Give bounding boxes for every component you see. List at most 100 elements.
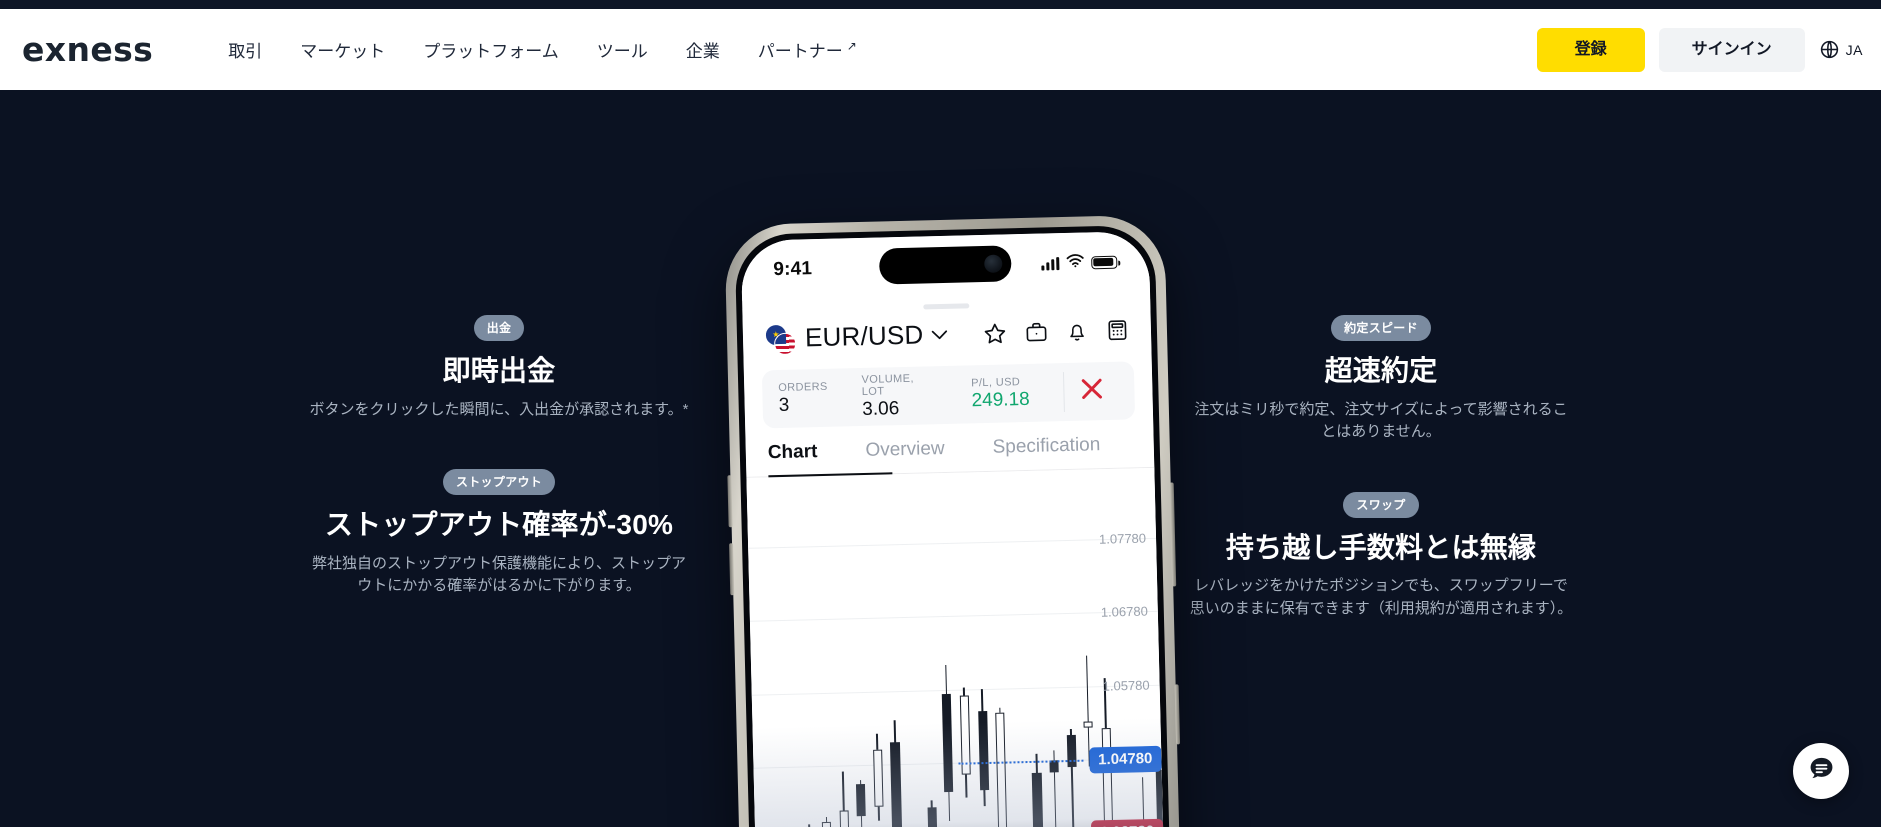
phone-bezel: 9:41 EUR/USD ORDERS 3 VOLUME, LOT 3.06 P… bbox=[734, 224, 1173, 827]
bid-price-tag: 1.04780 bbox=[1088, 745, 1162, 774]
feature-title: 持ち越し手数料とは無縁 bbox=[1225, 531, 1537, 563]
header-actions: 登録 サインイン JA bbox=[1536, 27, 1863, 72]
power-button bbox=[1169, 482, 1177, 587]
wifi-icon bbox=[1066, 253, 1084, 272]
candlestick bbox=[796, 476, 817, 827]
candlestick bbox=[937, 473, 958, 827]
eur-usd-flag-icon: ★ bbox=[764, 323, 797, 355]
app-header-icons bbox=[983, 318, 1130, 346]
briefcase-icon[interactable] bbox=[1025, 320, 1049, 344]
summary-pl: P/L, USD 249.18 bbox=[971, 375, 1030, 411]
feature-badge: 約定スピード bbox=[1331, 315, 1431, 341]
cellular-bars-icon bbox=[1041, 256, 1060, 271]
nav-item-trading[interactable]: 取引 bbox=[228, 37, 262, 62]
candlestick bbox=[884, 474, 905, 827]
candlestick bbox=[972, 472, 993, 827]
candlestick bbox=[831, 476, 852, 827]
chart-y-tick-label: 1.06780 bbox=[1100, 604, 1149, 621]
battery-icon bbox=[1091, 255, 1118, 269]
candlestick bbox=[954, 473, 975, 827]
close-all-positions-button[interactable] bbox=[1064, 375, 1119, 408]
feature-description: 注文はミリ秒で約定、注文サイズによって影響されることはありません。 bbox=[1194, 400, 1568, 441]
top-strip bbox=[0, 0, 1881, 9]
candlestick bbox=[1042, 470, 1063, 827]
tab-chart[interactable]: Chart bbox=[768, 441, 818, 476]
candlestick bbox=[1025, 471, 1046, 827]
app-header: ★ EUR/USD bbox=[742, 304, 1151, 355]
candlestick-series bbox=[756, 468, 1166, 827]
summary-label: VOLUME, LOT bbox=[861, 372, 914, 398]
phone-screen: 9:41 EUR/USD ORDERS 3 VOLUME, LOT 3.06 P… bbox=[740, 230, 1167, 827]
candlestick bbox=[989, 472, 1010, 827]
exness-logo[interactable]: exness bbox=[22, 33, 153, 66]
nav-item-markets[interactable]: マーケット bbox=[300, 37, 385, 62]
nav-item-tools[interactable]: ツール bbox=[597, 37, 648, 62]
volume-button bbox=[727, 475, 733, 528]
feature-stopout: ストップアウト ストップアウト確率が-30% 弊社独自のストップアウト保護機能に… bbox=[299, 469, 699, 598]
front-camera-icon bbox=[984, 254, 1003, 273]
nav-item-company[interactable]: 企業 bbox=[686, 37, 720, 62]
close-x-icon bbox=[1078, 375, 1106, 408]
language-switcher[interactable]: JA bbox=[1819, 39, 1863, 60]
instrument-selector[interactable]: EUR/USD bbox=[805, 319, 949, 353]
summary-value: 3.06 bbox=[862, 397, 900, 420]
summary-label: ORDERS bbox=[778, 380, 828, 394]
price-chart[interactable]: 1.077801.067801.057801.047801.037801.027… bbox=[746, 467, 1166, 827]
chart-y-tick-label: 1.05780 bbox=[1102, 677, 1150, 694]
bell-icon[interactable] bbox=[1066, 319, 1089, 343]
left-feature-column: 出金 即時出金 ボタンをクリックした瞬間に、入出金が承認されます。* ストップア… bbox=[299, 315, 699, 646]
star-icon[interactable] bbox=[983, 321, 1008, 346]
signin-button[interactable]: サインイン bbox=[1658, 27, 1805, 72]
external-link-arrow-icon: ↗ bbox=[846, 38, 857, 53]
summary-orders: ORDERS 3 bbox=[778, 380, 828, 416]
candlestick bbox=[1078, 470, 1099, 827]
candlestick bbox=[1113, 469, 1134, 827]
feature-title: ストップアウト確率が-30% bbox=[324, 509, 674, 541]
candlestick bbox=[813, 476, 834, 827]
globe-icon bbox=[1819, 39, 1840, 60]
feature-description: 弊社独自のストップアウト保護機能により、ストップアウトにかかる確率がはるかに下が… bbox=[311, 554, 687, 595]
candlestick bbox=[778, 477, 799, 827]
candlestick bbox=[1060, 470, 1081, 827]
feature-execution-speed: 約定スピード 超速約定 注文はミリ秒で約定、注文サイズによって影響されることはあ… bbox=[1181, 315, 1581, 444]
register-button[interactable]: 登録 bbox=[1536, 27, 1645, 72]
status-indicators bbox=[1041, 252, 1118, 273]
nav-item-platforms[interactable]: プラットフォーム bbox=[423, 37, 559, 62]
candlestick bbox=[849, 475, 870, 827]
dynamic-island bbox=[878, 245, 1012, 285]
summary-label: P/L, USD bbox=[971, 375, 1021, 389]
calculator-icon[interactable] bbox=[1106, 318, 1130, 342]
chat-bubble-icon bbox=[1808, 755, 1835, 787]
ask-price-tag: 1.03780 bbox=[1090, 818, 1164, 827]
feature-description: レバレッジをかけたポジションでも、スワップフリーで思いのままに保有できます（利用… bbox=[1189, 577, 1573, 617]
summary-value: 249.18 bbox=[971, 388, 1030, 411]
feature-swap-free: スワップ 持ち越し手数料とは無縁 レバレッジをかけたポジションでも、スワップフリ… bbox=[1181, 491, 1581, 621]
page-root: exness 取引 マーケット プラットフォーム ツール 企業 パートナー ↗ bbox=[0, 0, 1881, 827]
feature-title: 超速約定 bbox=[1324, 355, 1438, 386]
positions-summary: ORDERS 3 VOLUME, LOT 3.06 P/L, USD 249.1… bbox=[761, 361, 1136, 429]
chat-support-button[interactable] bbox=[1793, 743, 1849, 799]
trading-app: ★ EUR/USD bbox=[742, 298, 1167, 827]
candlestick bbox=[866, 475, 887, 827]
candlestick bbox=[901, 474, 922, 827]
nav-label: パートナー bbox=[757, 42, 843, 61]
nav-label: 取引 bbox=[228, 42, 263, 61]
main-nav: 取引 マーケット プラットフォーム ツール 企業 パートナー ↗ bbox=[228, 37, 857, 62]
feature-badge: スワップ bbox=[1343, 491, 1419, 518]
nav-item-partners[interactable]: パートナー ↗ bbox=[758, 37, 857, 62]
candlestick bbox=[761, 477, 782, 827]
candlestick bbox=[919, 473, 940, 827]
nav-label: マーケット bbox=[300, 42, 386, 61]
feature-badge: 出金 bbox=[473, 315, 525, 341]
hero-section: 出金 即時出金 ボタンをクリックした瞬間に、入出金が承認されます。* ストップア… bbox=[0, 90, 1881, 827]
feature-title: 即時出金 bbox=[442, 355, 556, 386]
feature-badge: ストップアウト bbox=[442, 469, 556, 496]
site-header: exness 取引 マーケット プラットフォーム ツール 企業 パートナー ↗ bbox=[0, 9, 1881, 90]
candlestick bbox=[1007, 471, 1028, 827]
right-feature-column: 約定スピード 超速約定 注文はミリ秒で約定、注文サイズによって影響されることはあ… bbox=[1181, 315, 1581, 668]
language-label: JA bbox=[1845, 41, 1863, 58]
tab-specification[interactable]: Specification bbox=[992, 434, 1101, 471]
nav-label: 企業 bbox=[685, 42, 720, 61]
status-time: 9:41 bbox=[773, 258, 813, 281]
tab-overview[interactable]: Overview bbox=[865, 438, 945, 474]
